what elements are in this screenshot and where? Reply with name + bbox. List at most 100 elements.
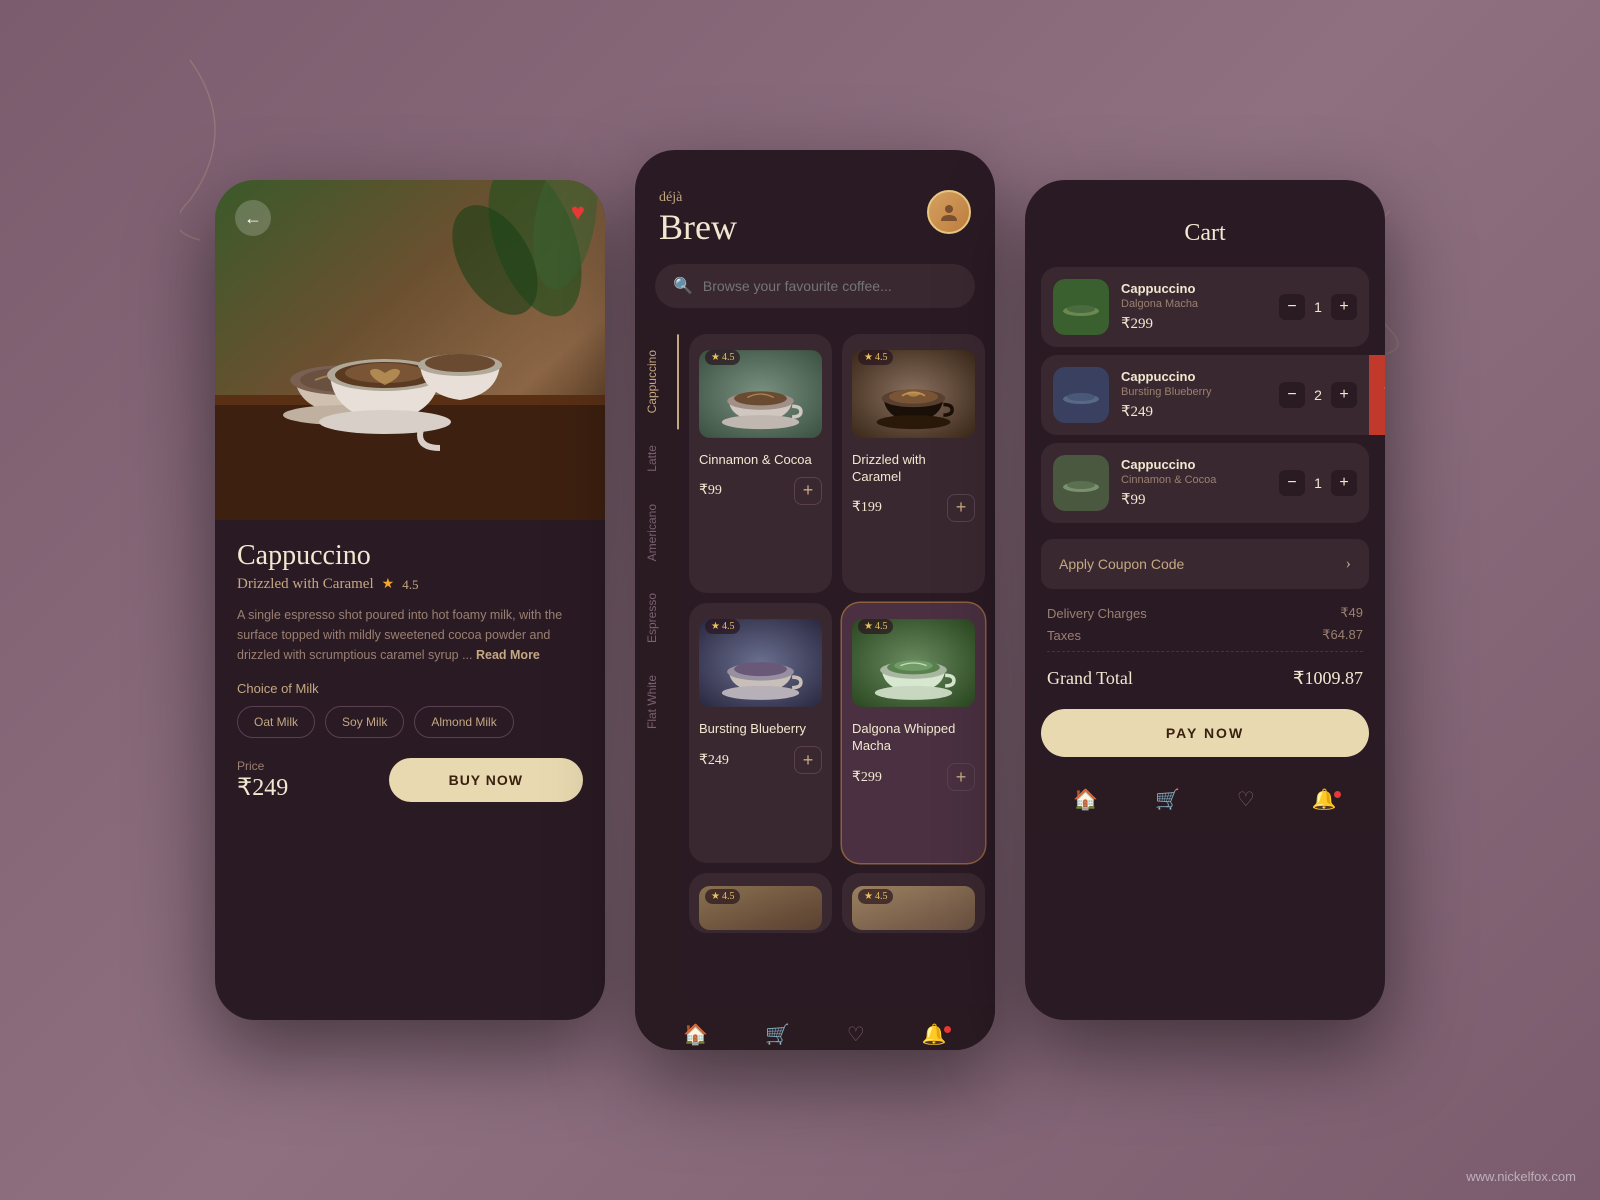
add-button-3[interactable]: + (794, 746, 822, 774)
cart-item-sub-3: Cinnamon & Cocoa (1121, 474, 1267, 486)
qty-num-1: 1 (1311, 299, 1325, 315)
category-cappuccino[interactable]: Cappuccino (635, 334, 679, 429)
coffee-card-1[interactable]: ★4.5 Cinnamon & Cocoa ₹99 + (689, 334, 832, 593)
cart-item-name-1: Cappuccino (1121, 281, 1267, 296)
read-more-link[interactable]: Read More (476, 648, 540, 662)
search-icon: 🔍 (673, 276, 693, 296)
coffee-card-4[interactable]: ★4.5 Dalgona Whipped Macha ₹299 + (842, 603, 985, 862)
coffee-card-5[interactable]: ★4.5 (689, 873, 832, 933)
cart-item-sub-2: Bursting Blueberry (1121, 386, 1267, 398)
divider (1047, 651, 1363, 652)
coffee-name: Cappuccino (237, 540, 583, 572)
qty-minus-2[interactable]: − (1279, 382, 1305, 408)
coupon-row[interactable]: Apply Coupon Code › (1041, 539, 1369, 589)
card-name-2: Drizzled with Caramel (852, 452, 975, 486)
qty-minus-1[interactable]: − (1279, 294, 1305, 320)
avatar[interactable] (927, 190, 971, 234)
card-image-5: ★4.5 (699, 883, 822, 933)
milk-label: Choice of Milk (237, 681, 583, 696)
brand-large: Brew (659, 206, 737, 248)
cart-nav-cart[interactable]: 🛒 (1147, 779, 1188, 820)
cart-item-price-2: ₹249 (1121, 402, 1267, 421)
card-rating-3: ★4.5 (705, 619, 740, 634)
delivery-label: Delivery Charges (1047, 606, 1147, 621)
taxes-value: ₹64.87 (1322, 627, 1363, 643)
qty-control-3: − 1 + (1279, 470, 1357, 496)
coffee-card-6[interactable]: ★4.5 (842, 873, 985, 933)
oat-milk-button[interactable]: Oat Milk (237, 706, 315, 738)
qty-control-1: − 1 + (1279, 294, 1357, 320)
qty-plus-3[interactable]: + (1331, 470, 1357, 496)
cart-nav-bell[interactable]: 🔔 (1304, 781, 1345, 819)
nav-home[interactable]: 🏠 (675, 1014, 716, 1051)
coupon-label: Apply Coupon Code (1059, 556, 1184, 572)
qty-num-3: 1 (1311, 475, 1325, 491)
menu-header: déjà Brew (635, 150, 995, 264)
card-name-1: Cinnamon & Cocoa (699, 452, 822, 469)
card-image-2: ★4.5 (852, 344, 975, 444)
card-price-row-1: ₹99 + (699, 477, 822, 505)
detail-screen: ← ♥ Cappuccino Drizzled with Caramel ★ 4… (215, 180, 605, 1020)
grand-total-row: Grand Total ₹1009.87 (1025, 660, 1385, 697)
watermark: www.nickelfox.com (1466, 1169, 1576, 1184)
cart-item-2: Cappuccino Bursting Blueberry ₹249 − 2 + (1041, 355, 1369, 435)
cart-nav-favorites[interactable]: ♡ (1229, 779, 1263, 820)
buy-now-button[interactable]: BUY NOW (389, 758, 583, 802)
back-button[interactable]: ← (235, 200, 271, 236)
delivery-row: Delivery Charges ₹49 (1047, 605, 1363, 621)
nav-cart[interactable]: 🛒 (757, 1014, 798, 1051)
search-input[interactable] (703, 278, 957, 294)
card-price-row-2: ₹199 + (852, 494, 975, 522)
delete-button[interactable]: 🗑 (1369, 355, 1385, 435)
price-label: Price (237, 759, 288, 773)
nav-bell[interactable]: 🔔 (914, 1016, 955, 1051)
category-latte[interactable]: Latte (635, 429, 679, 488)
qty-control-2: − 2 + (1279, 382, 1357, 408)
coffee-card-2[interactable]: ★4.5 Drizzled with Caramel ₹199 + (842, 334, 985, 593)
favorite-button[interactable]: ♥ (571, 200, 585, 227)
card-image-4: ★4.5 (852, 613, 975, 713)
coffee-subtitle: Drizzled with Caramel ★ 4.5 (237, 576, 583, 593)
qty-num-2: 2 (1311, 387, 1325, 403)
grand-total-value: ₹1009.87 (1293, 668, 1363, 689)
cart-item-wrapper-3: Cappuccino Cinnamon & Cocoa ₹99 − 1 + (1041, 443, 1369, 523)
card-price-row-3: ₹249 + (699, 746, 822, 774)
card-price-4: ₹299 (852, 769, 882, 786)
nav-favorites[interactable]: ♡ (839, 1014, 873, 1051)
milk-section: Choice of Milk Oat Milk Soy Milk Almond … (237, 681, 583, 738)
card-rating-4: ★4.5 (858, 619, 893, 634)
milk-options: Oat Milk Soy Milk Almond Milk (237, 706, 583, 738)
soy-milk-button[interactable]: Soy Milk (325, 706, 404, 738)
cart-item-wrapper-1: Cappuccino Dalgona Macha ₹299 − 1 + (1041, 267, 1369, 347)
charges-section: Delivery Charges ₹49 Taxes ₹64.87 (1025, 589, 1385, 643)
pay-now-button[interactable]: PAY NOW (1041, 709, 1369, 757)
description-text: A single espresso shot poured into hot f… (237, 605, 583, 665)
price-section: Price ₹249 BUY NOW (237, 758, 583, 802)
cart-item-1: Cappuccino Dalgona Macha ₹299 − 1 + (1041, 267, 1369, 347)
cart-nav-home[interactable]: 🏠 (1065, 779, 1106, 820)
add-button-4[interactable]: + (947, 763, 975, 791)
cart-title: Cart (1049, 220, 1361, 247)
price-value: ₹249 (237, 775, 288, 801)
category-list: Cappuccino Latte Americano Espresso Flat… (635, 324, 679, 1004)
card-rating-2: ★4.5 (858, 350, 893, 365)
qty-plus-1[interactable]: + (1331, 294, 1357, 320)
qty-plus-2[interactable]: + (1331, 382, 1357, 408)
cart-item-info-2: Cappuccino Bursting Blueberry ₹249 (1121, 369, 1267, 421)
coffee-card-3[interactable]: ★4.5 Bursting Blueberry ₹249 + (689, 603, 832, 862)
menu-screen: déjà Brew 🔍 Cappuccino Latte Americano E… (635, 150, 995, 1050)
qty-minus-3[interactable]: − (1279, 470, 1305, 496)
cart-notification-dot (1334, 791, 1341, 798)
add-button-2[interactable]: + (947, 494, 975, 522)
card-price-3: ₹249 (699, 752, 729, 769)
cart-item-info-1: Cappuccino Dalgona Macha ₹299 (1121, 281, 1267, 333)
category-espresso[interactable]: Espresso (635, 577, 679, 659)
taxes-row: Taxes ₹64.87 (1047, 627, 1363, 643)
add-button-1[interactable]: + (794, 477, 822, 505)
delivery-value: ₹49 (1340, 605, 1363, 621)
category-flatwhite[interactable]: Flat White (635, 659, 679, 745)
category-americano[interactable]: Americano (635, 488, 679, 577)
almond-milk-button[interactable]: Almond Milk (414, 706, 513, 738)
coffee-grid: ★4.5 Cinnamon & Cocoa ₹99 + (679, 324, 995, 1004)
cart-item-sub-1: Dalgona Macha (1121, 298, 1267, 310)
